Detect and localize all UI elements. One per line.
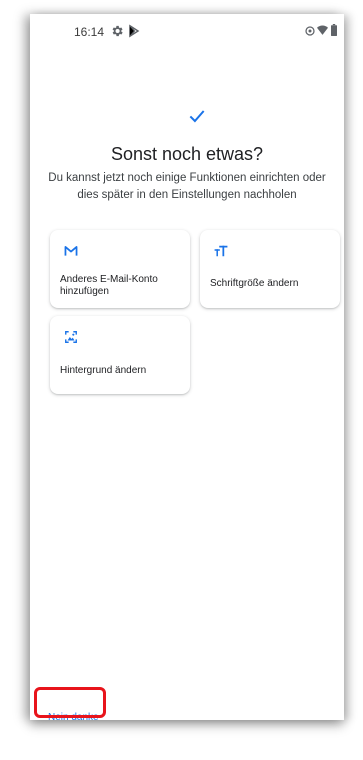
gear-icon xyxy=(112,25,123,37)
checkmark-icon xyxy=(189,110,205,123)
add-email-account-label: Anderes E-Mail-Konto hinzufügen xyxy=(60,274,158,297)
font-size-icon xyxy=(214,245,228,257)
highlight-box xyxy=(34,687,106,718)
eye-icon xyxy=(305,26,315,36)
wallpaper-card[interactable]: Hintergrund ändern xyxy=(50,316,190,394)
wifi-icon xyxy=(317,25,328,35)
wallpaper-label: Hintergrund ändern xyxy=(60,365,147,376)
font-size-card[interactable]: Schriftgröße ändern xyxy=(200,230,340,308)
gmail-icon xyxy=(64,246,78,256)
phone-screen: 16:14 Sonst noch etwas? Du kannst jetzt … xyxy=(30,14,344,720)
add-email-account-card[interactable]: Anderes E-Mail-Konto hinzufügen xyxy=(50,230,190,308)
page-title: Sonst noch etwas? xyxy=(110,144,264,164)
status-time: 16:14 xyxy=(74,25,105,39)
status-bar: 16:14 xyxy=(30,14,344,50)
wallpaper-icon xyxy=(65,331,77,343)
play-store-icon xyxy=(129,24,140,38)
battery-icon xyxy=(331,24,337,36)
font-size-label: Schriftgröße ändern xyxy=(210,278,299,289)
page-subtitle: Du kannst jetzt noch einige Funktionen e… xyxy=(48,172,326,201)
